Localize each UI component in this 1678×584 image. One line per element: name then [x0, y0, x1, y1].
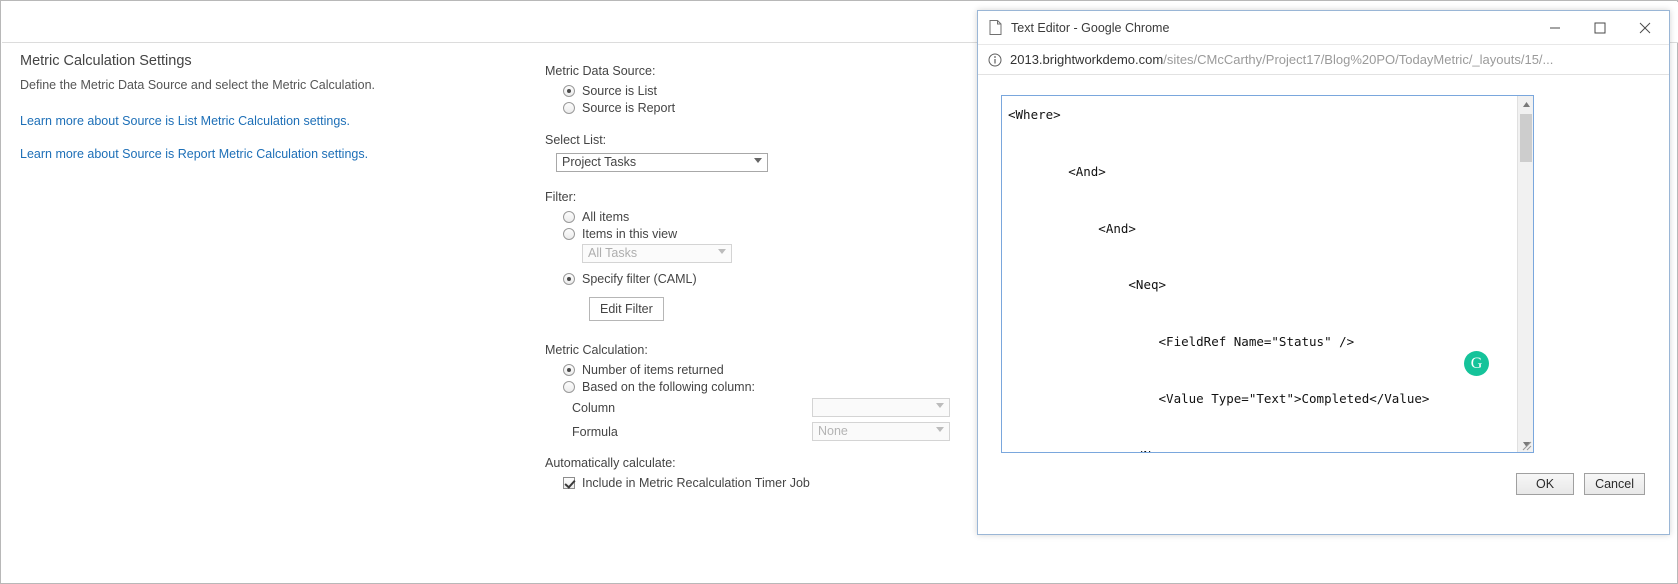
- radio-number-of-items-returned[interactable]: Number of items returned: [545, 363, 975, 377]
- select-list-label: Select List:: [545, 133, 607, 147]
- scrollbar-thumb[interactable]: [1520, 114, 1532, 162]
- learn-more-source-is-list-link[interactable]: Learn more about Source is List Metric C…: [20, 114, 520, 128]
- document-icon: [989, 20, 1002, 35]
- radio-number-of-items-returned-indicator[interactable]: [563, 364, 575, 376]
- resize-grip-icon[interactable]: [1519, 438, 1532, 451]
- info-icon[interactable]: [988, 53, 1002, 67]
- page-description: Define the Metric Data Source and select…: [20, 78, 376, 92]
- metric-data-source-label: Metric Data Source:: [545, 64, 656, 78]
- radio-source-is-list-indicator[interactable]: [563, 85, 575, 97]
- chevron-down-icon: [936, 403, 944, 408]
- learn-more-source-is-report-link[interactable]: Learn more about Source is Report Metric…: [20, 147, 520, 161]
- chevron-down-icon: [718, 249, 726, 254]
- radio-all-items[interactable]: All items: [545, 210, 975, 224]
- metric-calculation-label: Metric Calculation:: [545, 343, 648, 357]
- close-icon[interactable]: [1622, 11, 1667, 44]
- radio-all-items-indicator[interactable]: [563, 211, 575, 223]
- formula-label: Formula: [572, 424, 618, 439]
- url-host: 2013.brightworkdemo.com: [1010, 52, 1164, 67]
- column-dropdown: [812, 398, 950, 417]
- automatically-calculate-label: Automatically calculate:: [545, 456, 676, 470]
- radio-source-is-report-label: Source is Report: [582, 101, 676, 115]
- view-select-dropdown: All Tasks: [582, 244, 732, 263]
- radio-source-is-list[interactable]: Source is List: [545, 84, 975, 98]
- select-list-value: Project Tasks: [562, 155, 637, 169]
- radio-based-on-column[interactable]: Based on the following column:: [545, 380, 975, 394]
- radio-source-is-report-indicator[interactable]: [563, 102, 575, 114]
- chrome-window-title: Text Editor - Google Chrome: [1011, 20, 1170, 35]
- checkbox-include-in-timer-job-label: Include in Metric Recalculation Timer Jo…: [582, 476, 810, 490]
- url-path: /sites/CMcCarthy/Project17/Blog%20PO/Tod…: [1163, 52, 1554, 67]
- caml-editor-content[interactable]: <Where> <And> <And> <Neq> <FieldRef Name…: [1002, 96, 1522, 452]
- formula-row: Formula None: [545, 421, 975, 442]
- formula-value: None: [818, 424, 848, 438]
- minimize-icon[interactable]: [1532, 11, 1577, 44]
- radio-source-is-report[interactable]: Source is Report: [545, 101, 975, 115]
- radio-specify-filter-caml-indicator[interactable]: [563, 273, 575, 285]
- dialog-button-row: OK Cancel: [1516, 473, 1645, 495]
- cancel-button[interactable]: Cancel: [1584, 473, 1645, 495]
- application-page-frame: Metric Calculation Settings Define the M…: [0, 0, 1678, 584]
- checkbox-include-in-timer-job-indicator[interactable]: [563, 477, 575, 489]
- page-title: Metric Calculation Settings: [20, 53, 192, 69]
- column-row: Column: [545, 397, 975, 418]
- chrome-url-bar[interactable]: 2013.brightworkdemo.com/sites/CMcCarthy/…: [978, 45, 1669, 75]
- radio-all-items-label: All items: [582, 210, 630, 224]
- left-description-column: Metric Calculation Settings Define the M…: [20, 53, 520, 180]
- caml-editor-textarea[interactable]: <Where> <And> <And> <Neq> <FieldRef Name…: [1001, 95, 1534, 453]
- scroll-up-icon[interactable]: [1518, 96, 1533, 112]
- formula-dropdown: None: [812, 422, 950, 441]
- select-list-dropdown[interactable]: Project Tasks: [556, 153, 768, 172]
- radio-items-in-this-view-indicator[interactable]: [563, 228, 575, 240]
- editor-scrollbar[interactable]: [1517, 96, 1533, 452]
- column-label: Column: [572, 400, 616, 415]
- radio-based-on-column-indicator[interactable]: [563, 381, 575, 393]
- text-editor-chrome-window: Text Editor - Google Chrome 2013.brightw…: [977, 10, 1670, 535]
- maximize-icon[interactable]: [1577, 11, 1622, 44]
- chevron-down-icon: [754, 158, 762, 163]
- view-select-value: All Tasks: [588, 246, 638, 260]
- radio-items-in-this-view-label: Items in this view: [582, 227, 678, 241]
- metric-settings-form: Metric Data Source: Source is List Sourc…: [545, 64, 975, 490]
- radio-items-in-this-view[interactable]: Items in this view: [545, 227, 975, 241]
- chevron-down-icon: [936, 427, 944, 432]
- filter-label: Filter:: [545, 190, 577, 204]
- radio-source-is-list-label: Source is List: [582, 84, 658, 98]
- radio-based-on-column-label: Based on the following column:: [582, 380, 756, 394]
- radio-specify-filter-caml[interactable]: Specify filter (CAML): [545, 272, 975, 286]
- url-text: 2013.brightworkdemo.com/sites/CMcCarthy/…: [1010, 52, 1553, 67]
- radio-number-of-items-returned-label: Number of items returned: [582, 363, 724, 377]
- ok-button[interactable]: OK: [1516, 473, 1575, 495]
- edit-filter-button[interactable]: Edit Filter: [589, 297, 664, 321]
- chrome-titlebar[interactable]: Text Editor - Google Chrome: [978, 11, 1669, 45]
- radio-specify-filter-caml-label: Specify filter (CAML): [582, 272, 697, 286]
- checkbox-include-in-timer-job[interactable]: Include in Metric Recalculation Timer Jo…: [545, 476, 975, 490]
- grammarly-icon[interactable]: G: [1464, 351, 1489, 376]
